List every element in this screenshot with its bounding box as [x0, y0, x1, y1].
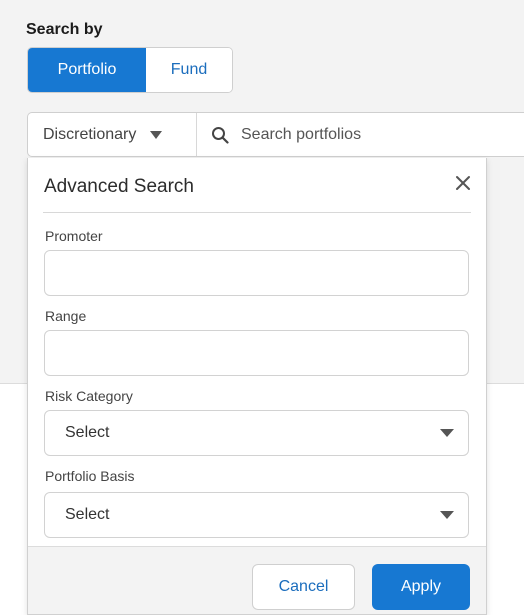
portfolio-toggle-button[interactable]: Portfolio [28, 48, 146, 92]
portfolio-basis-label: Portfolio Basis [45, 468, 135, 484]
portfolio-basis-value: Select [65, 506, 110, 523]
search-by-label: Search by [26, 21, 103, 38]
search-bar: Discretionary [27, 112, 524, 157]
scope-dropdown-value: Discretionary [43, 125, 137, 143]
advanced-search-title: Advanced Search [44, 176, 194, 197]
close-icon[interactable] [455, 175, 471, 191]
portfolio-basis-select[interactable]: Select [44, 492, 469, 538]
search-by-toggle: Portfolio Fund [27, 47, 233, 93]
cancel-button[interactable]: Cancel [252, 564, 355, 610]
risk-category-label: Risk Category [45, 388, 133, 404]
range-label: Range [45, 308, 87, 324]
risk-category-select[interactable]: Select [44, 410, 469, 456]
advanced-search-footer: Cancel Apply [28, 546, 486, 614]
caret-down-icon [440, 511, 454, 519]
search-input[interactable] [241, 113, 524, 156]
apply-button[interactable]: Apply [372, 564, 470, 610]
search-icon [212, 126, 229, 144]
promoter-label: Promoter [45, 228, 103, 244]
search-input-wrapper [197, 113, 524, 156]
advanced-search-panel: Advanced Search Promoter Range Risk Cate… [27, 158, 487, 615]
scope-dropdown[interactable]: Discretionary [28, 113, 197, 156]
caret-down-icon [440, 429, 454, 437]
risk-category-value: Select [65, 424, 110, 441]
promoter-field[interactable] [44, 250, 469, 296]
caret-down-icon [150, 130, 163, 139]
fund-toggle-button[interactable]: Fund [146, 48, 232, 92]
advanced-search-header: Advanced Search [43, 158, 471, 213]
range-field[interactable] [44, 330, 469, 376]
